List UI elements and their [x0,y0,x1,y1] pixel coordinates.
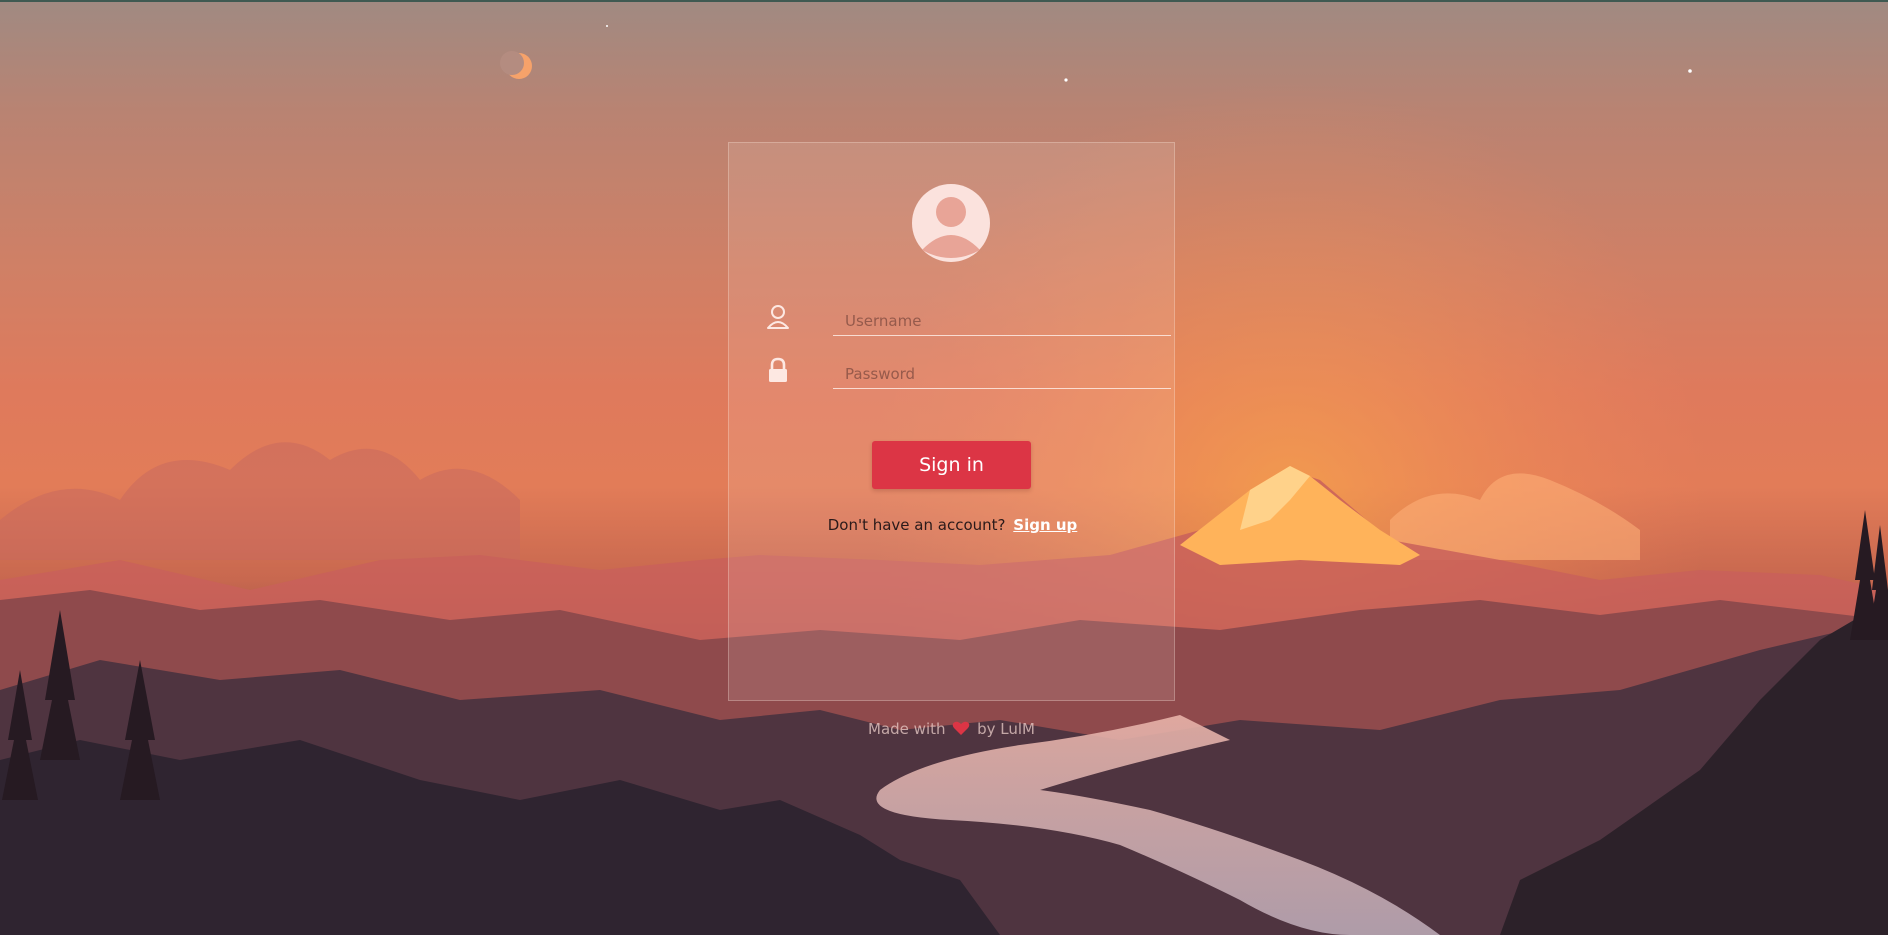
sign-in-button[interactable]: Sign in [872,441,1031,489]
footer-prefix: Made with [868,720,946,738]
user-icon [765,304,791,332]
sign-up-link[interactable]: Sign up [1013,516,1077,534]
login-card: Sign in Don't have an account? Sign up [728,142,1175,701]
user-avatar-icon [912,184,990,262]
footer-credit: Made with by LulM [728,720,1175,738]
password-input[interactable] [833,353,1171,389]
login-page: Sign in Don't have an account? Sign up M… [0,0,1888,935]
heart-icon [952,721,970,736]
footer-suffix: by LulM [977,720,1035,738]
username-field [765,300,1171,340]
signup-prompt: Don't have an account? Sign up [729,516,1176,534]
password-field [765,353,1171,393]
no-account-text: Don't have an account? [827,516,1006,534]
username-input[interactable] [833,300,1171,336]
lock-icon [765,357,791,385]
